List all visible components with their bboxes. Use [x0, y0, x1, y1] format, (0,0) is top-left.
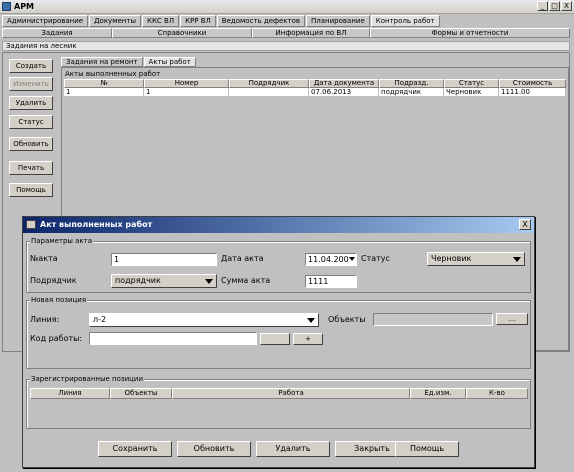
window-titlebar: АРМ _ □ X — [0, 0, 574, 14]
table-cell: 1111.00 — [499, 88, 566, 97]
status-button[interactable]: Статус — [9, 115, 53, 129]
dialog-title: Акт выполненных работ — [40, 220, 153, 229]
dialog-titlebar: Акт выполненных работ X — [23, 217, 534, 233]
dialog-icon — [26, 220, 36, 229]
objects-browse-button[interactable]: ... — [496, 313, 528, 325]
column-header[interactable]: Подрядчик — [229, 79, 309, 88]
act-number-field[interactable]: 1 — [111, 253, 217, 266]
registered-positions-group: Зарегистрированные позиции Линия Объекты… — [26, 375, 531, 429]
sub-tab-bar: Задания Справочники Информация по ВЛ Фор… — [2, 28, 570, 38]
contractor-label: Подрядчик — [30, 276, 77, 285]
column-header[interactable]: Подразд. — [379, 79, 444, 88]
edit-button[interactable]: Изменить — [9, 77, 53, 91]
contractor-value: подрядчик — [115, 276, 161, 285]
positions-table-header: Линия Объекты Работа Ед.изм. К-во — [30, 388, 528, 399]
app-icon — [2, 2, 11, 11]
tab-administration[interactable]: Администрирование — [2, 15, 89, 27]
status-label: Статус — [361, 254, 390, 263]
act-sum-field[interactable]: 1111 — [305, 275, 357, 288]
tab-documents[interactable]: Документы — [89, 15, 141, 27]
subtab-reports[interactable]: Формы и отчетности — [370, 28, 570, 38]
new-position-group: Новая позиция Линия: л-2 Объекты ... Код… — [26, 296, 531, 369]
line-value: л-2 — [93, 315, 107, 324]
column-header[interactable]: Ед.изм. — [410, 388, 466, 399]
delete-button[interactable]: Удалить — [9, 96, 53, 110]
table-cell: 1 — [64, 88, 144, 97]
act-date-value: 11.04.200 — [308, 255, 349, 264]
line-select[interactable]: л-2 — [89, 313, 319, 327]
objects-field[interactable] — [373, 313, 493, 326]
refresh-button[interactable]: Обновить — [177, 441, 251, 457]
subtab-references[interactable]: Справочники — [112, 28, 252, 38]
status-value: Черновик — [431, 254, 472, 263]
new-position-legend: Новая позиция — [30, 296, 88, 304]
main-tab-bar: Администрирование Документы ККС ВЛ КРР В… — [2, 15, 441, 27]
act-sum-label: Сумма акта — [221, 276, 271, 285]
delete-button[interactable]: Удалить — [256, 441, 330, 457]
dialog-close-button[interactable]: X — [519, 219, 531, 230]
window-title: АРМ — [14, 2, 35, 11]
subtab-tasks[interactable]: Задания — [2, 28, 112, 38]
add-position-button[interactable]: + — [293, 333, 323, 345]
tab-planning[interactable]: Планирование — [306, 15, 370, 27]
table-cell: Черновик — [444, 88, 499, 97]
table-cell — [229, 88, 309, 97]
chevron-down-icon — [513, 257, 521, 262]
column-header[interactable]: Номер — [144, 79, 229, 88]
acts-caption: Акты выполненных работ — [65, 70, 161, 78]
table-row[interactable]: 1 1 07.06.2013 подрядчик Черновик 1111.0… — [64, 88, 566, 97]
column-header[interactable]: Стоимость — [499, 79, 566, 88]
tab-defects[interactable]: Ведомость дефектов — [216, 15, 306, 27]
chevron-down-icon — [205, 279, 213, 284]
objects-label: Объекты — [328, 315, 366, 324]
params-group: Параметры акта №акта 1 Дата акта 11.04.2… — [26, 237, 531, 293]
create-button[interactable]: Создать — [9, 59, 53, 73]
act-date-label: Дата акта — [221, 254, 264, 263]
work-code-browse-button[interactable] — [260, 333, 290, 345]
column-header[interactable]: Объекты — [110, 388, 172, 399]
tab-krr[interactable]: КРР ВЛ — [180, 15, 216, 27]
refresh-button[interactable]: Обновить — [9, 137, 53, 151]
column-header[interactable]: К-во — [466, 388, 528, 399]
inner-tab-bar: Задания на ремонт Акты работ — [61, 57, 197, 67]
chevron-down-icon[interactable] — [349, 257, 355, 261]
panel-header: Задания на лесник — [2, 41, 570, 51]
work-code-label: Код работы: — [30, 334, 83, 343]
help-button[interactable]: Помощь — [395, 441, 459, 457]
table-cell: 1 — [144, 88, 229, 97]
maximize-button[interactable]: □ — [549, 1, 560, 11]
params-legend: Параметры акта — [30, 237, 94, 245]
registered-legend: Зарегистрированные позиции — [30, 375, 145, 383]
column-header[interactable]: Статус — [444, 79, 499, 88]
table-cell: подрядчик — [379, 88, 444, 97]
status-select[interactable]: Черновик — [427, 252, 525, 266]
tab-kks[interactable]: ККС ВЛ — [141, 15, 180, 27]
column-header[interactable]: Линия — [30, 388, 110, 399]
table-cell: 07.06.2013 — [309, 88, 379, 97]
print-button[interactable]: Печать — [9, 161, 53, 175]
work-code-field[interactable] — [89, 332, 257, 345]
act-date-field[interactable]: 11.04.200 — [305, 253, 357, 266]
minimize-button[interactable]: _ — [537, 1, 548, 11]
close-button[interactable]: X — [561, 1, 572, 11]
tab-work-acts[interactable]: Акты работ — [143, 57, 196, 67]
help-button[interactable]: Помощь — [9, 183, 53, 197]
subtab-line-info[interactable]: Информация по ВЛ — [252, 28, 370, 38]
chevron-down-icon — [307, 318, 315, 323]
column-header[interactable]: Работа — [172, 388, 410, 399]
act-number-label: №акта — [30, 254, 58, 263]
tab-repair-tasks[interactable]: Задания на ремонт — [61, 57, 143, 67]
column-header[interactable]: № — [64, 79, 144, 88]
tab-work-control[interactable]: Контроль работ — [370, 15, 440, 27]
save-button[interactable]: Сохранить — [98, 441, 172, 457]
act-dialog: Акт выполненных работ X Параметры акта №… — [22, 216, 535, 468]
column-header[interactable]: Дата документа — [309, 79, 379, 88]
contractor-select[interactable]: подрядчик — [111, 274, 217, 288]
acts-grid-header: № Номер Подрядчик Дата документа Подразд… — [64, 79, 566, 88]
line-label: Линия: — [30, 315, 60, 324]
